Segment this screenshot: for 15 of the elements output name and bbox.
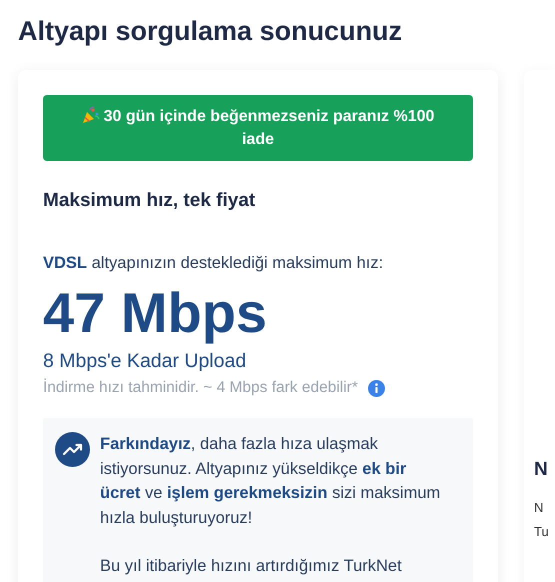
party-popper-icon: [82, 106, 100, 124]
infrastructure-text: VDSL altyapınızın desteklediği maksimum hız:: [43, 253, 384, 274]
notice-paragraph: Bu yıl itibariyle hızını artırdığımız TurkNet: [100, 556, 403, 577]
info-icon[interactable]: [368, 380, 385, 396]
trending-up-icon: [55, 432, 90, 467]
side-card-text: Tu: [534, 523, 550, 541]
side-card-heading: N: [534, 458, 549, 482]
notice-paragraph: Farkındayız, daha fazla hıza ulaşmak istiyorsunuz. Altyapınız yükseldikçe ek bir ücret ve işlem gerekmeksizin sizi maksimum hızla buluşturuyoruz!: [100, 434, 442, 528]
estimate-note: İndirme hızı tahminidir. ~ 4 Mbps fark edebilir*: [43, 378, 358, 398]
speed-value: 47 Mbps: [43, 280, 268, 346]
page-title: Altyapı sorgulama sonucunuz: [17, 15, 404, 48]
section-heading: Maksimum hız, tek fiyat: [43, 189, 256, 213]
upload-text: 8 Mbps'e Kadar Upload: [43, 349, 248, 374]
side-card-text: N: [534, 499, 544, 517]
refund-banner: 30 gün içinde beğenmezseniz paranız %100 iade: [43, 95, 473, 161]
